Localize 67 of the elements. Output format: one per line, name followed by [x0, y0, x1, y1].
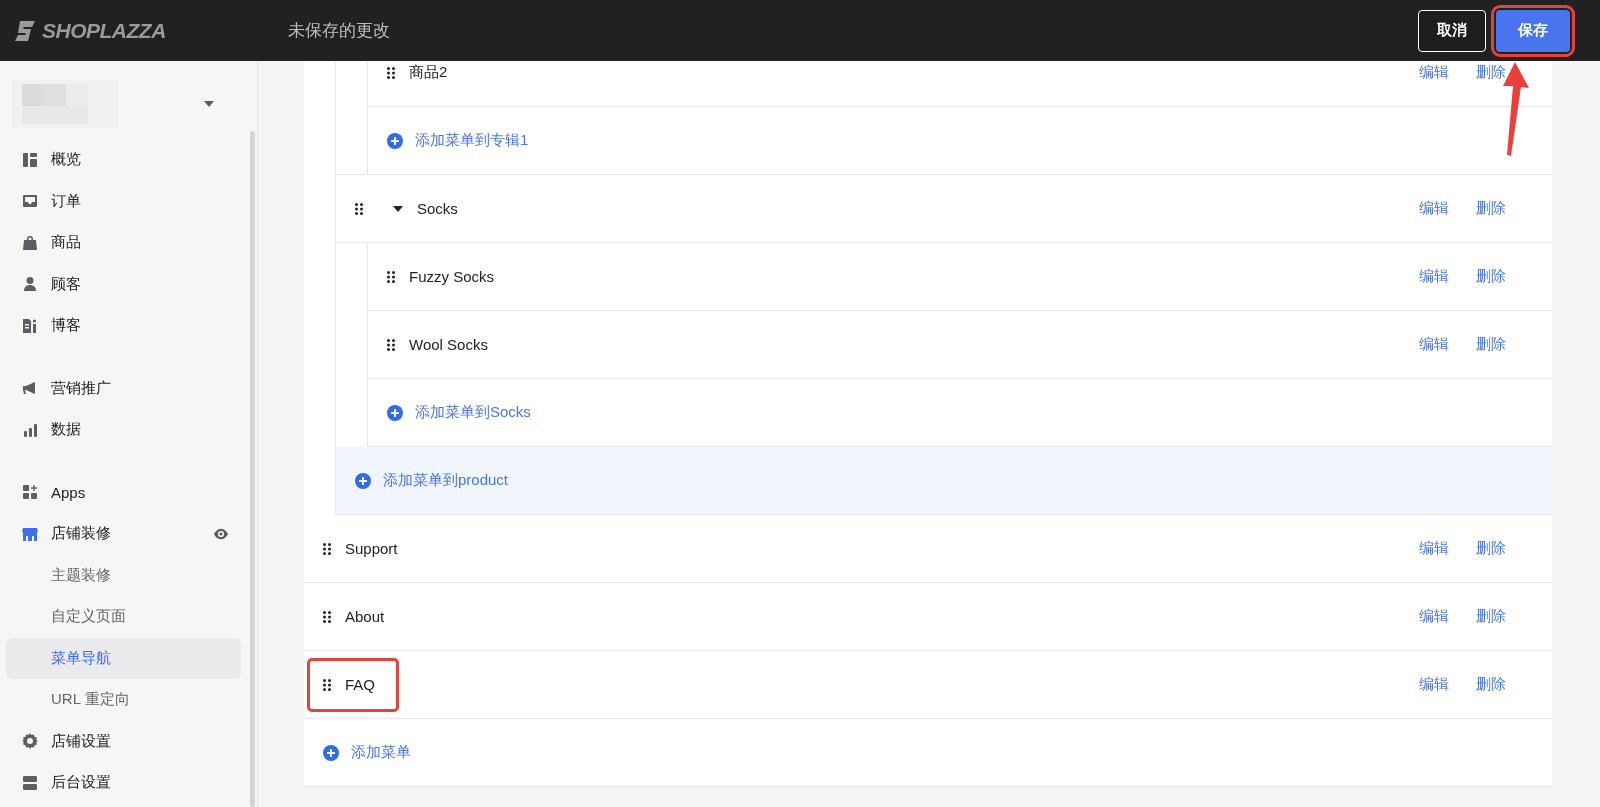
sidebar-subitem[interactable]: URL 重定向 [6, 679, 241, 721]
dashboard-icon [22, 151, 38, 168]
delete-link[interactable]: 删除 [1476, 607, 1506, 626]
delete-link[interactable]: 删除 [1476, 267, 1506, 286]
edit-link[interactable]: 编辑 [1419, 63, 1449, 82]
menu-item-label: FAQ [345, 676, 375, 693]
edit-link[interactable]: 编辑 [1419, 335, 1449, 354]
drag-handle-icon[interactable] [387, 66, 395, 79]
bar-chart-icon [22, 421, 38, 438]
sidebar-subitem[interactable]: 菜单导航 [6, 637, 241, 679]
sidebar-item[interactable]: 顾客 [6, 263, 241, 305]
logo-icon [14, 19, 36, 42]
megaphone-icon [22, 380, 38, 397]
drag-handle-icon[interactable] [323, 542, 331, 555]
sidebar-item[interactable]: 店铺设置 [6, 720, 241, 762]
drag-handle-icon[interactable] [355, 202, 363, 215]
inbox-icon [22, 193, 38, 210]
add-menu-link[interactable]: 添加菜单到专辑1 [415, 131, 529, 150]
sidebar-item[interactable]: 营销推广 [6, 367, 241, 409]
plus-circle-icon [355, 472, 371, 489]
delete-link[interactable]: 删除 [1476, 539, 1506, 558]
bag-icon [22, 234, 38, 251]
drag-handle-icon[interactable] [323, 678, 331, 691]
sidebar-item[interactable]: 商品 [6, 222, 241, 264]
drag-handle-icon[interactable] [387, 270, 395, 283]
cancel-button[interactable]: 取消 [1418, 9, 1486, 52]
add-menu-link[interactable]: 添加菜单到product [383, 471, 509, 490]
menu-item-label: About [345, 608, 385, 625]
page-title: 未保存的更改 [288, 20, 391, 42]
sidebar-item[interactable]: 概览 [6, 139, 241, 181]
plus-circle-icon [323, 744, 339, 761]
person-icon [22, 276, 38, 293]
caret-icon[interactable] [393, 205, 403, 212]
plus-circle-icon [387, 404, 403, 421]
server-icon [22, 774, 38, 791]
sidebar-item[interactable]: 订单 [6, 180, 241, 222]
delete-link[interactable]: 删除 [1476, 675, 1506, 694]
gear-icon [22, 733, 38, 750]
sidebar-subitem[interactable]: 自定义页面 [6, 596, 241, 638]
add-menu-link[interactable]: 添加菜单到Socks [415, 403, 531, 422]
edit-link[interactable]: 编辑 [1419, 607, 1449, 626]
menu-item-label: Wool Socks [409, 336, 488, 353]
plus-circle-icon [387, 132, 403, 149]
sidebar-subitem[interactable]: 主题装修 [6, 554, 241, 596]
drag-handle-icon[interactable] [323, 610, 331, 623]
edit-link[interactable]: 编辑 [1419, 267, 1449, 286]
sidebar-item[interactable]: 后台设置 [6, 762, 241, 804]
sidebar-item[interactable]: 数据 [6, 409, 241, 451]
menu-item-label: 商品2 [409, 63, 448, 82]
sidebar-item[interactable]: Apps [6, 471, 241, 513]
apps-icon [22, 484, 38, 501]
menu-item-label: Support [345, 540, 398, 557]
menu-item-label: Fuzzy Socks [409, 268, 495, 285]
menu-item-label: Socks [417, 200, 458, 217]
document-icon [22, 317, 38, 334]
edit-link[interactable]: 编辑 [1419, 199, 1449, 218]
dropdown-caret-icon[interactable] [204, 101, 214, 107]
logo-text: SHOPLAZZA [42, 18, 166, 43]
delete-link[interactable]: 删除 [1476, 199, 1506, 218]
delete-link[interactable]: 删除 [1476, 335, 1506, 354]
delete-link[interactable]: 删除 [1476, 63, 1506, 82]
sidebar-item[interactable]: 店铺装修 [6, 513, 241, 555]
edit-link[interactable]: 编辑 [1419, 675, 1449, 694]
edit-link[interactable]: 编辑 [1419, 539, 1449, 558]
add-menu-link[interactable]: 添加菜单 [351, 743, 411, 762]
sidebar-item[interactable]: 博客 [6, 305, 241, 347]
drag-handle-icon[interactable] [387, 338, 395, 351]
